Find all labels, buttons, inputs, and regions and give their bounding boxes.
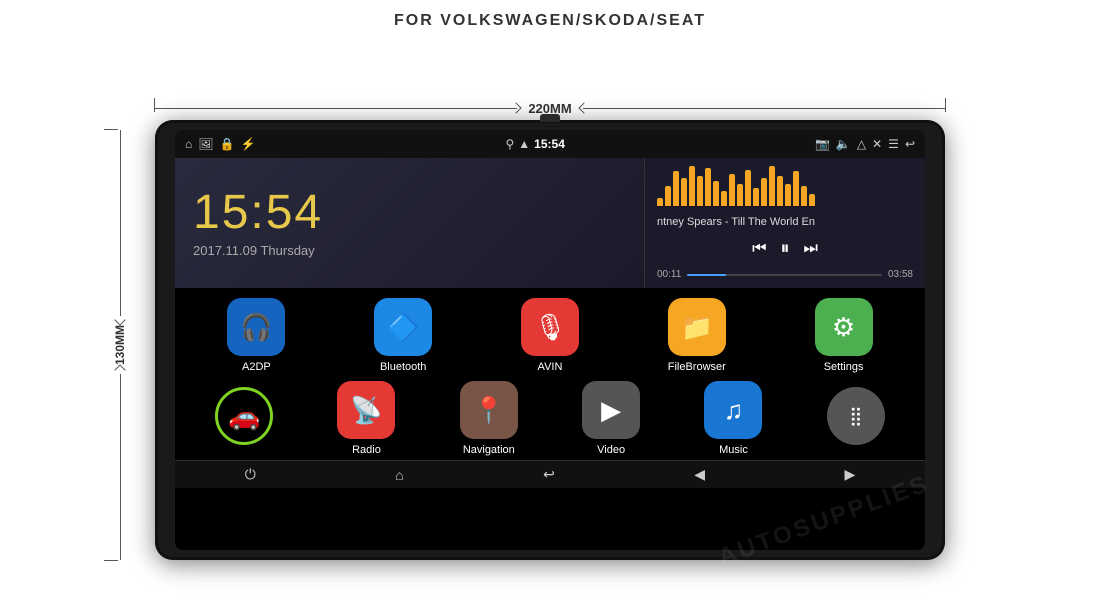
- app-icon-img-a2dp: 🎧: [227, 298, 285, 356]
- app-label-navigation: Navigation: [463, 444, 515, 456]
- status-center: ⚲ ▲ 15:54: [505, 137, 564, 151]
- app-label-music: Music: [719, 444, 748, 456]
- app-label-bluetooth: Bluetooth: [380, 361, 426, 373]
- app-icon-img-filebrowser: 📁: [668, 298, 726, 356]
- volume-icon: 🔈: [836, 137, 851, 151]
- camera-icon: 📷: [815, 137, 830, 151]
- app-icon-a2dp[interactable]: 🎧 A2DP: [211, 298, 301, 373]
- app-icon-more[interactable]: ⣿: [811, 387, 901, 450]
- equalizer: [657, 166, 913, 206]
- app-icon-music[interactable]: ♫ Music: [688, 381, 778, 456]
- clock-time: 15:54: [193, 189, 626, 237]
- bluetooth-status-icon: ⚲: [505, 137, 514, 151]
- app-label-avin: AVIN: [538, 361, 563, 373]
- app-icon-video[interactable]: ▶ Video: [566, 381, 656, 456]
- clock-widget: 15:54 2017.11.09 Thursday: [175, 158, 645, 288]
- app-icon-img-video: ▶: [582, 381, 640, 439]
- app-icon-filebrowser[interactable]: 📁 FileBrowser: [652, 298, 742, 373]
- eq-bar: [777, 176, 783, 206]
- eq-bar: [721, 191, 727, 206]
- play-pause-button[interactable]: ⏸: [781, 238, 790, 259]
- widget-row: 15:54 2017.11.09 Thursday ntney Spears -…: [175, 158, 925, 288]
- app-icon-bluetooth[interactable]: 🔷 Bluetooth: [358, 298, 448, 373]
- app-icon-img-navigation: 📍: [460, 381, 518, 439]
- music-widget: ntney Spears - Till The World En ⏮ ⏸ ⏭ 0…: [645, 158, 925, 288]
- eq-bar: [673, 171, 679, 206]
- app-icon-img-settings: ⚙: [815, 298, 873, 356]
- android-icon: ☰: [888, 137, 899, 151]
- eq-bar: [657, 198, 663, 206]
- status-right: 📷 🔈 △ ✕ ☰ ↩: [815, 137, 915, 151]
- usb-icon: ⚡: [240, 137, 255, 151]
- eq-bar: [737, 184, 743, 206]
- app-grid-row2: 🚗 📡 Radio 📍 Navigation ▶ Video ♫ Music ⣿: [175, 377, 925, 460]
- back-button[interactable]: ↩: [533, 466, 565, 483]
- bottom-nav: ⏻ ⌂ ↩ ◀ ▶: [175, 460, 925, 488]
- prev-track-button[interactable]: ⏮: [752, 240, 766, 258]
- eq-bar: [801, 186, 807, 206]
- app-icon-img-bluetooth: 🔷: [374, 298, 432, 356]
- eq-bar: [689, 166, 695, 206]
- lock-icon: 🔒: [219, 137, 234, 151]
- back-icon: ↩: [905, 137, 915, 151]
- wifi-icon: ▲: [518, 137, 530, 151]
- music-controls[interactable]: ⏮ ⏸ ⏭: [657, 238, 913, 259]
- app-icon-img-radio: 📡: [337, 381, 395, 439]
- music-title: ntney Spears - Till The World En: [657, 216, 913, 228]
- app-label-a2dp: A2DP: [242, 361, 271, 373]
- eq-bar: [729, 174, 735, 206]
- status-left: ⌂ 🖼 🔒 ⚡: [185, 137, 255, 151]
- app-icon-img-more: ⣿: [827, 387, 885, 445]
- clock-date: 2017.11.09 Thursday: [193, 243, 626, 258]
- time-total: 03:58: [888, 269, 913, 280]
- eq-bar: [713, 181, 719, 206]
- power-button[interactable]: ⏻: [235, 466, 266, 483]
- app-icon-img-music: ♫: [704, 381, 762, 439]
- eq-bar: [681, 178, 687, 206]
- eq-bar: [793, 171, 799, 206]
- eq-bar: [769, 166, 775, 206]
- prev-button[interactable]: ◀: [684, 466, 715, 483]
- next-track-button[interactable]: ⏭: [804, 240, 818, 258]
- app-icon-settings[interactable]: ⚙ Settings: [799, 298, 889, 373]
- eq-bar: [697, 176, 703, 206]
- app-label-settings: Settings: [824, 361, 864, 373]
- app-icon-avin[interactable]: 🎙 AVIN: [505, 298, 595, 373]
- eq-bar: [705, 168, 711, 206]
- app-label-filebrowser: FileBrowser: [668, 361, 726, 373]
- progress-fill: [687, 274, 726, 276]
- progress-bar[interactable]: [687, 274, 882, 276]
- eq-bar: [809, 194, 815, 206]
- page-title: FOR VOLKSWAGEN/SKODA/SEAT: [0, 0, 1100, 38]
- image-icon: 🖼: [198, 137, 213, 151]
- status-time: 15:54: [534, 137, 565, 151]
- status-bar: ⌂ 🖼 🔒 ⚡ ⚲ ▲ 15:54 📷 🔈 △ ✕ ☰ ↩: [175, 130, 925, 158]
- home-button[interactable]: ⌂: [385, 467, 413, 483]
- app-icon-car[interactable]: 🚗: [199, 387, 289, 450]
- close-icon: ✕: [872, 137, 882, 151]
- eject-icon: △: [857, 137, 866, 151]
- app-icon-radio[interactable]: 📡 Radio: [321, 381, 411, 456]
- device-screen: ⌂ 🖼 🔒 ⚡ ⚲ ▲ 15:54 📷 🔈 △ ✕ ☰ ↩ 15:54 2017…: [175, 130, 925, 550]
- time-elapsed: 00:11: [657, 269, 681, 280]
- app-grid-row1: 🎧 A2DP 🔷 Bluetooth 🎙 AVIN 📁 FileBrowser ⚙ Setting…: [175, 288, 925, 377]
- eq-bar: [753, 188, 759, 206]
- eq-bar: [785, 184, 791, 206]
- eq-bar: [745, 170, 751, 206]
- home-icon: ⌂: [185, 137, 192, 151]
- eq-bar: [761, 178, 767, 206]
- app-label-radio: Radio: [352, 444, 381, 456]
- eq-bar: [665, 186, 671, 206]
- next-button[interactable]: ▶: [834, 466, 865, 483]
- music-progress: 00:11 03:58: [657, 269, 913, 280]
- app-icon-img-avin: 🎙: [521, 298, 579, 356]
- app-icon-navigation[interactable]: 📍 Navigation: [444, 381, 534, 456]
- app-icon-img-car: 🚗: [215, 387, 273, 445]
- dimension-height: 130MM: [113, 319, 127, 371]
- app-label-video: Video: [597, 444, 625, 456]
